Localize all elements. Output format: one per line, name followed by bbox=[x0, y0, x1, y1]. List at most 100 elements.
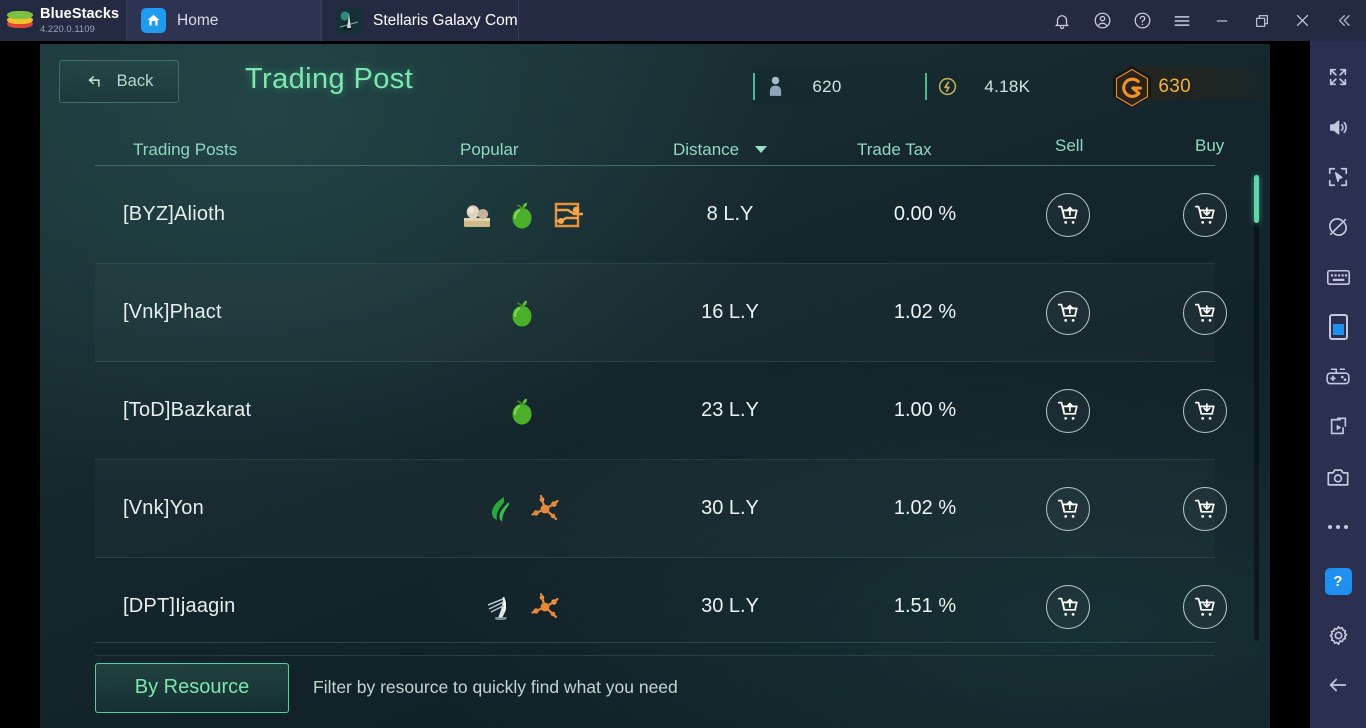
bluestacks-logo-icon bbox=[7, 10, 33, 32]
cart-up-icon bbox=[1057, 303, 1078, 322]
screenshot-icon[interactable] bbox=[1310, 452, 1366, 502]
settings-gear-icon[interactable] bbox=[1310, 610, 1366, 660]
minimize-button[interactable] bbox=[1202, 0, 1242, 41]
back-arrow-icon bbox=[88, 75, 100, 87]
alloy-icon bbox=[530, 494, 559, 520]
brand-version: 4.220.0.1109 bbox=[40, 23, 95, 35]
menu-icon[interactable] bbox=[1162, 0, 1202, 41]
table-row[interactable]: [ToD]Bazkarat 23 L.Y 1.00 % bbox=[95, 362, 1227, 460]
filter-hint: Filter by resource to quickly find what … bbox=[313, 677, 678, 697]
trading-post-name: [Vnk]Yon bbox=[123, 497, 204, 519]
table-row[interactable]: [Vnk]Phact 16 L.Y 1.02 % bbox=[95, 264, 1227, 362]
trading-post-name: [DPT]Ijaagin bbox=[123, 595, 236, 617]
popular-resources bbox=[427, 591, 617, 623]
page-title: Trading Post bbox=[245, 63, 414, 95]
table-header: Trading Posts Popular Distance Trade Tax… bbox=[95, 128, 1224, 166]
sell-button[interactable] bbox=[1046, 388, 1090, 433]
screen-record-icon[interactable] bbox=[1310, 402, 1366, 452]
cart-up-icon bbox=[1057, 499, 1078, 518]
sort-descending-icon[interactable] bbox=[755, 146, 767, 153]
trading-post-name: [ToD]Bazkarat bbox=[123, 399, 252, 421]
titlebar-spacer bbox=[519, 0, 1042, 41]
back-button-label: Back bbox=[116, 72, 154, 90]
column-header-distance[interactable]: Distance bbox=[673, 140, 739, 160]
help-icon[interactable] bbox=[1122, 0, 1162, 41]
fullscreen-icon[interactable] bbox=[1310, 52, 1366, 102]
gamepad-icon[interactable] bbox=[1310, 352, 1366, 402]
resource-energy: 4.18K bbox=[925, 69, 1098, 104]
collapse-sidebar-button[interactable] bbox=[1322, 0, 1364, 41]
tab-stellaris-galaxy-command[interactable]: Stellaris Galaxy Com bbox=[321, 0, 519, 41]
help-question-icon: ? bbox=[1324, 567, 1352, 595]
sell-button[interactable] bbox=[1046, 584, 1090, 629]
sell-button[interactable] bbox=[1046, 192, 1090, 237]
ore-icon bbox=[464, 204, 490, 227]
by-resource-button[interactable]: By Resource bbox=[95, 662, 289, 713]
bluestacks-window: BlueStacks 4.220.0.1109 Home Stellaris G… bbox=[0, 0, 1366, 728]
column-header-trading-posts: Trading Posts bbox=[133, 140, 238, 159]
more-options-icon[interactable] bbox=[1310, 502, 1366, 552]
population-value: 620 bbox=[812, 76, 842, 96]
cart-down-icon bbox=[1194, 205, 1215, 224]
phone-mode-icon[interactable] bbox=[1310, 302, 1366, 352]
trade-tax-value: 0.00 % bbox=[893, 203, 957, 225]
trade-tax-value: 1.02 % bbox=[893, 301, 957, 323]
popular-resources bbox=[427, 493, 617, 525]
home-icon bbox=[141, 8, 166, 33]
resource-bar: 620 4.18K 630 bbox=[753, 65, 1270, 108]
list-scrollbar[interactable] bbox=[1254, 175, 1259, 641]
help-button[interactable]: ? bbox=[1310, 552, 1366, 610]
buy-button[interactable] bbox=[1183, 486, 1227, 531]
notifications-icon[interactable] bbox=[1042, 0, 1082, 41]
cursor-capture-icon[interactable] bbox=[1310, 152, 1366, 202]
cart-down-icon bbox=[1194, 499, 1215, 518]
tab-strip: Home Stellaris Galaxy Com bbox=[126, 0, 519, 41]
volume-icon[interactable] bbox=[1310, 102, 1366, 152]
distance-value: 23 L.Y bbox=[701, 399, 759, 421]
maximize-button[interactable] bbox=[1242, 0, 1282, 41]
resource-population: 620 bbox=[753, 69, 926, 104]
alloy-icon bbox=[530, 592, 559, 618]
keyboard-controls-icon[interactable] bbox=[1310, 252, 1366, 302]
cart-down-icon bbox=[1194, 303, 1215, 322]
back-arrow-icon[interactable] bbox=[1310, 660, 1366, 710]
crystal-icon bbox=[487, 596, 507, 620]
buy-button[interactable] bbox=[1183, 290, 1227, 335]
energy-icon bbox=[930, 76, 964, 97]
scrollbar-thumb[interactable] bbox=[1254, 175, 1259, 223]
distance-value: 30 L.Y bbox=[701, 497, 759, 519]
fruit-icon bbox=[512, 398, 532, 424]
buy-button[interactable] bbox=[1183, 388, 1227, 433]
game-viewport: Back Trading Post 620 4.18K 630 Trading … bbox=[0, 41, 1310, 728]
filter-bar: By Resource Filter by resource to quickl… bbox=[95, 642, 1215, 728]
account-icon[interactable] bbox=[1082, 0, 1122, 41]
premium-value: 630 bbox=[1158, 75, 1191, 97]
trading-post-screen: Back Trading Post 620 4.18K 630 Trading … bbox=[40, 44, 1270, 728]
buy-button[interactable] bbox=[1183, 584, 1227, 629]
trading-post-name: [Vnk]Phact bbox=[123, 301, 222, 323]
buy-button[interactable] bbox=[1183, 192, 1227, 237]
person-icon bbox=[758, 76, 792, 97]
table-row[interactable]: [BYZ]Alioth 8 L.Y 0.00 % bbox=[95, 166, 1227, 264]
alloy-icon bbox=[554, 202, 583, 227]
cart-down-icon bbox=[1194, 597, 1215, 616]
rotate-lock-icon[interactable] bbox=[1310, 202, 1366, 252]
column-header-trade-tax: Trade Tax bbox=[857, 140, 932, 159]
fruit-icon bbox=[512, 300, 532, 326]
close-button[interactable] bbox=[1282, 0, 1322, 41]
back-button[interactable]: Back bbox=[59, 60, 179, 103]
resource-premium[interactable]: 630 bbox=[1113, 65, 1270, 108]
cart-up-icon bbox=[1057, 597, 1078, 616]
table-row[interactable]: [Vnk]Yon 30 L.Y 1.02 % bbox=[95, 460, 1227, 558]
sell-button[interactable] bbox=[1046, 290, 1090, 335]
trade-tax-value: 1.51 % bbox=[893, 595, 957, 617]
column-header-buy: Buy bbox=[1195, 136, 1225, 155]
sell-button[interactable] bbox=[1046, 486, 1090, 531]
fruit-icon bbox=[512, 202, 532, 228]
gold-hex-icon bbox=[1113, 65, 1152, 108]
game-icon bbox=[336, 7, 362, 34]
trading-post-list: [BYZ]Alioth 8 L.Y 0.00 % [Vnk]Phact 16 L… bbox=[95, 166, 1227, 656]
tab-home[interactable]: Home bbox=[126, 0, 321, 41]
cart-down-icon bbox=[1194, 401, 1215, 420]
tab-home-label: Home bbox=[177, 11, 219, 29]
